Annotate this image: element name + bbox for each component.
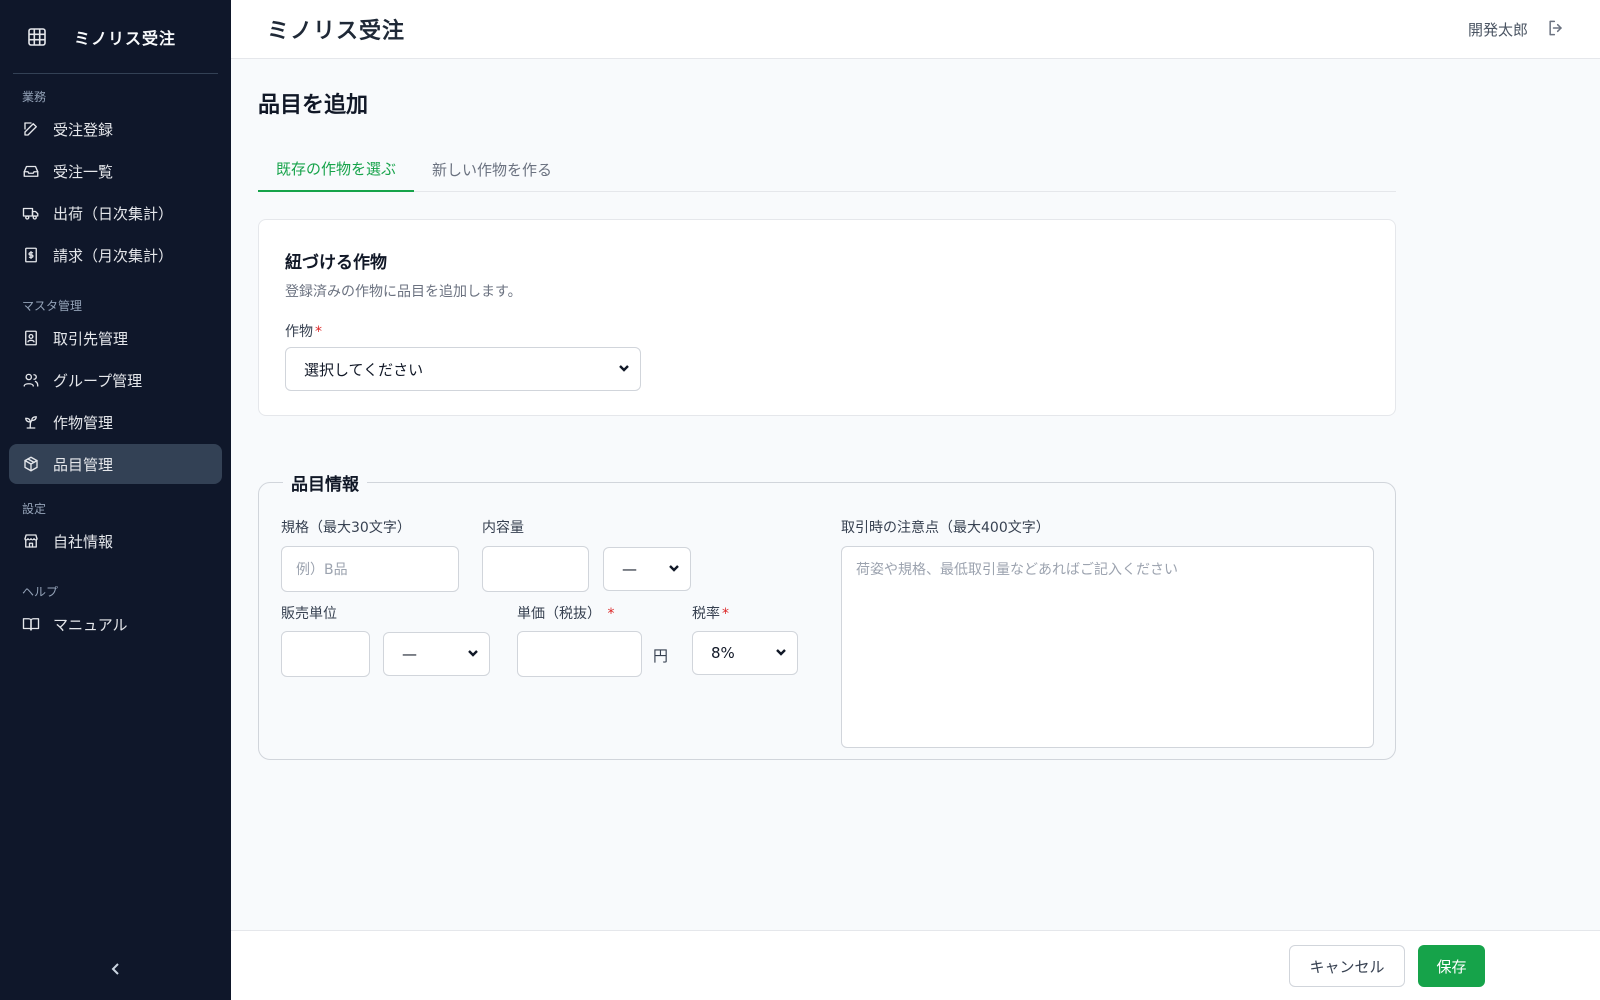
crop-select-value: 選択してください — [304, 360, 424, 379]
sales-unit-select[interactable]: — — [383, 632, 490, 676]
page-title: 品目を追加 — [258, 93, 369, 118]
grid-icon — [26, 26, 48, 48]
crop-select[interactable]: 選択してください — [285, 347, 641, 391]
chevron-down-icon — [618, 360, 630, 378]
sidebar-item-shipping[interactable]: 出荷（日次集計） — [9, 193, 222, 233]
spec-label: 規格（最大30文字） — [281, 520, 411, 536]
sidebar-item-items[interactable]: 品目管理 — [9, 444, 222, 484]
sales-unit-value: — — [402, 645, 417, 663]
yen-suffix: 円 — [653, 647, 669, 665]
sidebar-item-label: 出荷（日次集計） — [53, 204, 174, 223]
item-info-fieldset: 品目情報 規格（最大30文字） 例）B品 内容量 — 取引時の注意点（最大400… — [258, 470, 1396, 760]
sidebar-item-billing[interactable]: 請求（月次集計） — [9, 235, 222, 275]
sales-unit-label: 販売単位 — [281, 606, 337, 622]
truck-icon — [22, 204, 40, 222]
form-footer: キャンセル 保存 — [231, 930, 1600, 1000]
sprout-icon — [22, 413, 40, 431]
sidebar-item-label: 受注登録 — [53, 120, 114, 139]
tax-rate-label: 税率 * — [692, 603, 729, 623]
section-label-business: 業務 — [22, 90, 47, 104]
content-amount-label: 内容量 — [482, 520, 524, 536]
spec-input[interactable]: 例）B品 — [281, 546, 459, 592]
crop-label-text: 作物 — [285, 324, 313, 340]
user-name[interactable]: 開発太郎 — [1468, 19, 1528, 40]
crop-field-label: 作物 * — [285, 321, 1369, 341]
sidebar-item-crops[interactable]: 作物管理 — [9, 402, 222, 442]
section-label-settings: 設定 — [22, 502, 47, 516]
sidebar-item-manual[interactable]: マニュアル — [9, 604, 222, 644]
book-icon — [22, 615, 40, 633]
required-mark: * — [722, 606, 729, 622]
header-title: ミノリス受注 — [267, 19, 406, 44]
sidebar-item-label: 品目管理 — [53, 455, 114, 474]
sidebar: ミノリス受注 業務 受注登録 受注一覧 出荷（日次集計） 請求（月次集計） マス… — [0, 0, 231, 1000]
crop-card-title: 紐づける作物 — [285, 253, 387, 273]
content-unit-value: — — [622, 560, 637, 578]
sidebar-item-clients[interactable]: 取引先管理 — [9, 318, 222, 358]
brand[interactable]: ミノリス受注 — [13, 0, 218, 74]
inbox-icon — [22, 162, 40, 180]
chevron-down-icon — [775, 644, 787, 662]
tax-rate-label-text: 税率 — [692, 606, 720, 622]
crop-link-card: 紐づける作物 登録済みの作物に品目を追加します。 作物 * 選択してください — [258, 219, 1396, 416]
chevron-down-icon — [668, 560, 680, 578]
user-area: 開発太郎 — [1468, 0, 1566, 59]
chevron-left-icon — [109, 961, 123, 980]
item-info-legend: 品目情報 — [291, 475, 359, 495]
package-icon — [22, 455, 40, 473]
brand-title: ミノリス受注 — [74, 28, 177, 48]
sidebar-item-label: 受注一覧 — [53, 162, 114, 181]
sidebar-item-label: 自社情報 — [53, 532, 114, 551]
edit-icon — [22, 120, 40, 138]
unit-price-label: 単価（税抜） * — [517, 603, 614, 623]
cancel-button[interactable]: キャンセル — [1289, 945, 1405, 987]
logout-icon[interactable] — [1546, 18, 1566, 42]
notes-textarea[interactable]: 荷姿や規格、最低取引量などあればご記入ください — [841, 546, 1374, 748]
required-mark: * — [607, 606, 615, 622]
sidebar-item-label: 取引先管理 — [53, 329, 129, 348]
sidebar-item-label: マニュアル — [53, 615, 128, 634]
chevron-down-icon — [467, 645, 479, 663]
section-label-help: ヘルプ — [22, 585, 59, 599]
required-mark: * — [315, 324, 322, 340]
contact-card-icon — [22, 329, 40, 347]
notes-label: 取引時の注意点（最大400文字） — [841, 520, 1050, 536]
store-icon — [22, 532, 40, 550]
main-content: 品目を追加 既存の作物を選ぶ 新しい作物を作る 紐づける作物 登録済みの作物に品… — [258, 59, 1396, 760]
tab-bar: 既存の作物を選ぶ 新しい作物を作る — [258, 147, 1396, 192]
tax-rate-value: 8% — [711, 644, 735, 662]
sidebar-collapse-button[interactable] — [104, 958, 128, 982]
sidebar-item-label: 請求（月次集計） — [53, 246, 174, 265]
sidebar-item-label: グループ管理 — [53, 371, 143, 390]
unit-price-input[interactable] — [517, 631, 642, 677]
content-amount-input[interactable] — [482, 546, 589, 592]
users-icon — [22, 371, 40, 389]
sidebar-item-groups[interactable]: グループ管理 — [9, 360, 222, 400]
unit-price-label-text: 単価（税抜） — [517, 606, 601, 622]
crop-card-description: 登録済みの作物に品目を追加します。 — [285, 284, 522, 300]
sidebar-item-company[interactable]: 自社情報 — [9, 521, 222, 561]
sales-unit-input[interactable] — [281, 631, 370, 677]
content-unit-select[interactable]: — — [603, 547, 691, 591]
top-header: ミノリス受注 開発太郎 — [231, 0, 1600, 59]
tab-create-new-crop[interactable]: 新しい作物を作る — [414, 147, 570, 192]
tab-select-existing-crop[interactable]: 既存の作物を選ぶ — [258, 147, 415, 192]
sidebar-item-order-list[interactable]: 受注一覧 — [9, 151, 222, 191]
sidebar-item-label: 作物管理 — [53, 413, 114, 432]
save-button[interactable]: 保存 — [1418, 945, 1485, 987]
section-label-master: マスタ管理 — [22, 299, 83, 313]
sidebar-item-order-entry[interactable]: 受注登録 — [9, 109, 222, 149]
tax-rate-select[interactable]: 8% — [692, 631, 798, 675]
invoice-icon — [22, 246, 40, 264]
